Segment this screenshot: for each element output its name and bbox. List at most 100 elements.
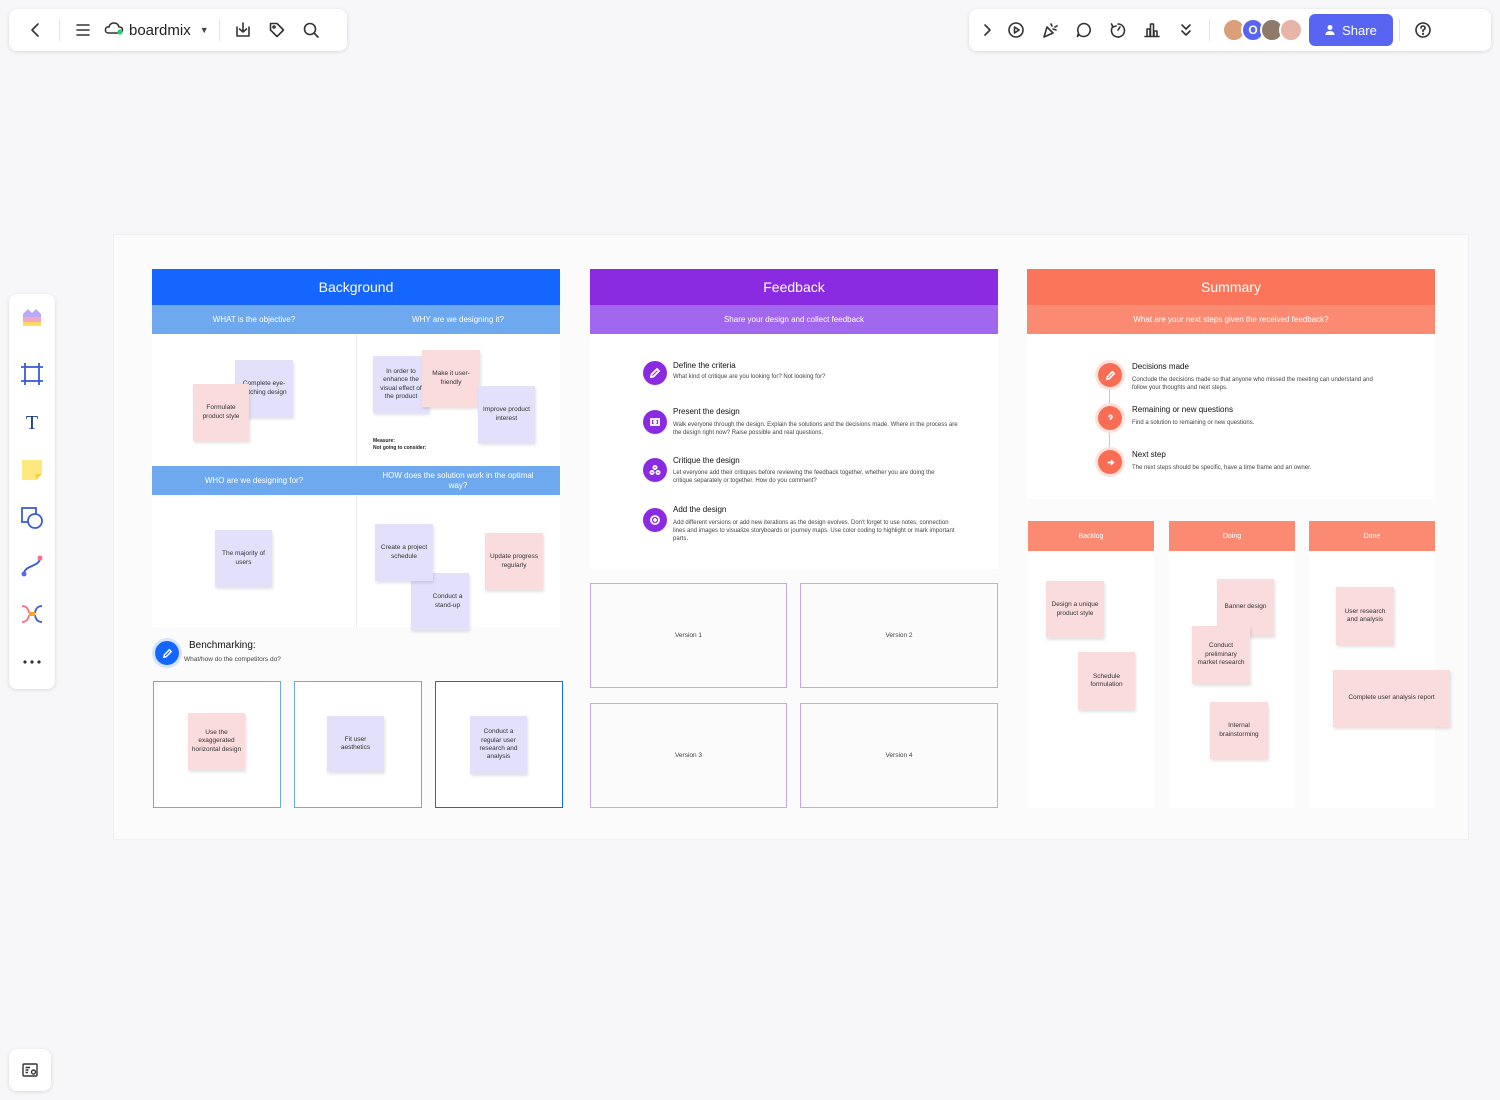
shape-icon[interactable]	[16, 502, 48, 534]
canvas-board[interactable]: Background WHAT is the objective? WHY ar…	[113, 234, 1469, 840]
summary-body	[1027, 334, 1435, 499]
question-who: WHO are we designing for?	[152, 466, 356, 495]
feedback-subtitle: Share your design and collect feedback	[590, 305, 998, 334]
feedback-item-title: Add the design	[673, 505, 727, 514]
left-toolbar: T	[9, 294, 55, 689]
sticky-note[interactable]: Design a unique product style	[1046, 581, 1104, 638]
back-icon[interactable]	[19, 15, 53, 45]
sticky-note[interactable]: Improve product interest	[478, 386, 535, 443]
feedback-header: Feedback	[590, 269, 998, 305]
help-icon[interactable]	[1406, 15, 1440, 45]
timer-icon[interactable]	[1101, 15, 1135, 45]
feedback-item-desc: Add different versions or add new iterat…	[673, 520, 955, 543]
feedback-item-desc: Let everyone add their critiques before …	[673, 470, 935, 485]
sticky-note[interactable]: Update progress regularly	[485, 533, 543, 590]
benchmarking-title: Benchmarking:	[189, 640, 256, 651]
summary-item-desc: Find a solution to remaining or new ques…	[1132, 420, 1255, 426]
menu-icon[interactable]	[66, 15, 100, 45]
share-label: Share	[1342, 22, 1377, 38]
sticky-note[interactable]: Conduct a regular user research and anal…	[470, 716, 527, 774]
sticky-note[interactable]: Make it user-friendly	[422, 350, 480, 407]
templates-icon[interactable]	[16, 302, 48, 334]
not-going-text: Not going to consider:	[373, 444, 427, 451]
sticky-note[interactable]: In order to enhance the visual effect of…	[373, 356, 429, 413]
cloud-icon	[104, 20, 124, 40]
feedback-item-title: Critique the design	[673, 456, 740, 465]
version-box[interactable]: Version 2	[800, 583, 998, 688]
mind-map-icon[interactable]	[16, 598, 48, 630]
feedback-item-desc: What kind of critique are you looking fo…	[673, 374, 826, 380]
pen-icon	[643, 361, 667, 385]
add-icon	[643, 508, 667, 532]
comment-icon[interactable]	[1067, 15, 1101, 45]
avatar[interactable]	[1279, 18, 1303, 42]
text-icon[interactable]: T	[16, 406, 48, 438]
collaborator-avatars[interactable]: O	[1222, 18, 1303, 42]
summary-item-title: Next step	[1132, 450, 1166, 459]
question-icon	[1098, 406, 1122, 430]
summary-item-title: Remaining or new questions	[1132, 405, 1233, 414]
vote-icon[interactable]	[1135, 15, 1169, 45]
present-icon	[643, 410, 667, 434]
feedback-item-desc: Walk everyone through the design. Explai…	[673, 422, 958, 437]
question-why: WHY are we designing it?	[356, 305, 560, 334]
top-left-toolbar: boardmix ▼	[9, 9, 347, 51]
board-name-dropdown[interactable]: boardmix ▼	[100, 20, 213, 40]
kanban-column-backlog: Backlog	[1028, 521, 1154, 551]
question-what: WHAT is the objective?	[152, 305, 356, 334]
summary-header: Summary	[1027, 269, 1435, 305]
board-name: boardmix	[129, 21, 191, 39]
more-icon[interactable]	[16, 646, 48, 678]
sticky-note[interactable]: Fit user aesthetics	[327, 716, 384, 772]
summary-item-title: Decisions made	[1132, 362, 1189, 371]
summary-subtitle: What are your next steps given the recei…	[1027, 305, 1435, 334]
arrow-right-icon	[1098, 450, 1122, 474]
question-how: HOW does the solution work in the optima…	[356, 466, 560, 495]
sticky-note[interactable]: Conduct preliminary market research	[1192, 626, 1250, 684]
sticky-note[interactable]: Complete user analysis report	[1333, 670, 1450, 727]
feedback-item-title: Define the criteria	[673, 361, 736, 370]
measure-label: Measure: Not going to consider:	[373, 438, 426, 451]
kanban-column-done: Done	[1309, 521, 1435, 551]
minimap-icon[interactable]	[9, 1049, 51, 1091]
feedback-item-title: Present the design	[673, 407, 740, 416]
chevron-down-icon: ▼	[199, 25, 209, 35]
chevron-right-icon[interactable]	[975, 15, 999, 45]
benchmarking-subtitle: What/how do the competitors do?	[184, 656, 281, 663]
share-button[interactable]: Share	[1309, 14, 1393, 46]
sticky-note[interactable]: The majority of users	[215, 530, 272, 587]
sticky-note[interactable]: Conduct a stand-up	[411, 573, 469, 630]
sticky-note[interactable]: Schedule formulation	[1078, 652, 1135, 710]
sticky-note[interactable]: Use the exaggerated horizontal design	[188, 713, 245, 770]
top-right-toolbar: O Share	[969, 9, 1491, 51]
version-box[interactable]: Version 1	[590, 583, 787, 688]
summary-item-desc: The next steps should be specific, have …	[1132, 465, 1312, 471]
sticky-note[interactable]: Formulate product style	[193, 384, 249, 441]
edit-icon	[155, 641, 179, 665]
background-header: Background	[152, 269, 560, 305]
sticky-note[interactable]: Create a project schedule	[375, 524, 433, 581]
version-box[interactable]: Version 4	[800, 703, 998, 808]
sticky-note[interactable]: Internal brainstorming	[1210, 702, 1268, 759]
connector-icon[interactable]	[16, 550, 48, 582]
user-plus-icon	[1325, 25, 1335, 35]
divider	[1209, 19, 1210, 41]
more-down-icon[interactable]	[1169, 15, 1203, 45]
sticky-note-icon[interactable]	[16, 454, 48, 486]
search-icon[interactable]	[294, 15, 328, 45]
divider	[1399, 19, 1400, 41]
pen-icon	[1098, 363, 1122, 387]
download-icon[interactable]	[226, 15, 260, 45]
divider	[356, 334, 357, 466]
celebrate-icon[interactable]	[1033, 15, 1067, 45]
summary-item-desc: Conclude the decisions made so that anyo…	[1132, 377, 1373, 392]
critique-icon	[643, 458, 667, 482]
version-box[interactable]: Version 3	[590, 703, 787, 808]
sticky-note[interactable]: User research and analysis	[1336, 587, 1394, 645]
divider	[218, 19, 220, 41]
tag-icon[interactable]	[260, 15, 294, 45]
divider	[59, 19, 60, 41]
svg-text:T: T	[26, 412, 38, 434]
present-icon[interactable]	[999, 15, 1033, 45]
frame-icon[interactable]	[16, 358, 48, 390]
